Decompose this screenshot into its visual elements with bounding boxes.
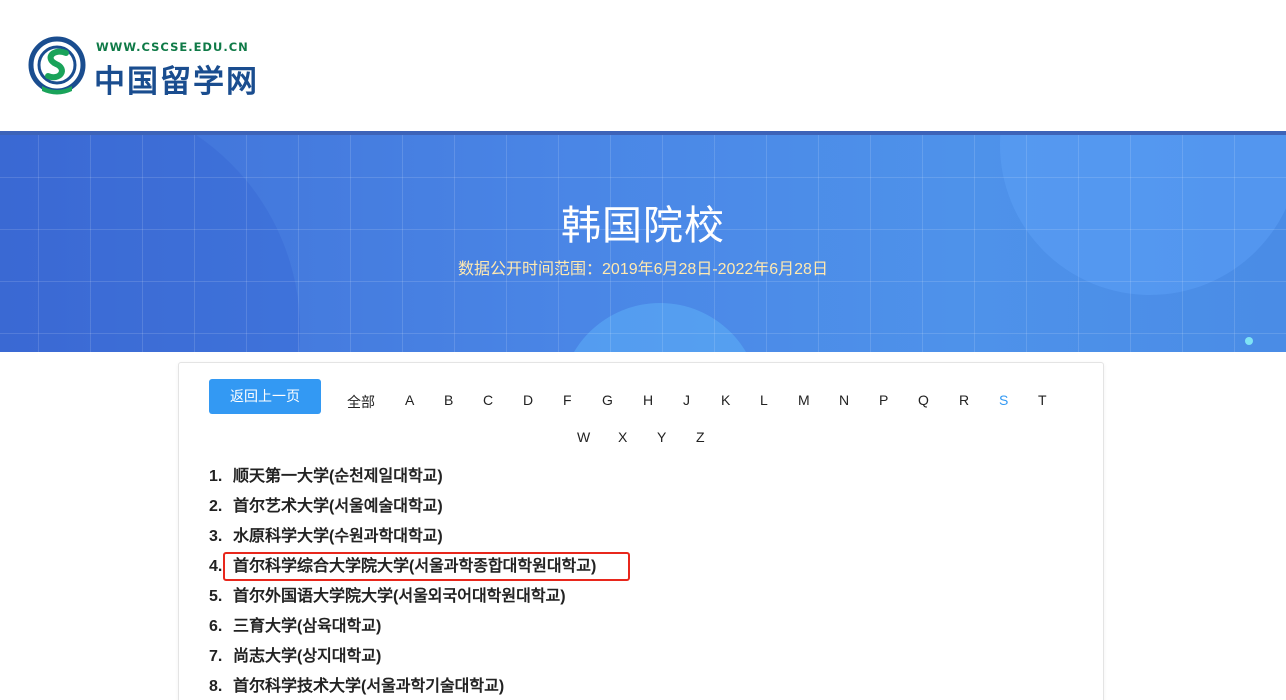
school-item[interactable]: 6. 三育大学(삼육대학교): [209, 613, 1089, 643]
letter-filter-j[interactable]: J: [683, 392, 690, 408]
logo-url-text: WWW.CSCSE.EDU.CN: [96, 40, 249, 54]
school-item[interactable]: 7. 尚志大学(상지대학교): [209, 643, 1089, 673]
letter-filter-w[interactable]: W: [577, 429, 590, 445]
school-name-cn: 首尔科学综合大学院大学: [233, 558, 410, 575]
page-title: 韩国院校: [561, 204, 725, 248]
school-item-highlighted[interactable]: 4. 首尔科学综合大学院大学(서울과학종합대학원대학교): [209, 552, 1089, 583]
school-index: 4.: [209, 558, 223, 575]
letter-filter-g[interactable]: G: [602, 392, 613, 408]
letter-filter-m[interactable]: M: [798, 392, 810, 408]
date-range-text: 数据公开时间范围：2019年6月28日-2022年6月28日: [458, 261, 828, 278]
letter-filter-h[interactable]: H: [643, 392, 653, 408]
school-name-cn: 三育大学: [233, 618, 298, 635]
school-list-card: 返回上一页 全部 A B C D F G H J K L M N P Q R S…: [178, 362, 1104, 700]
school-name-cn: 首尔外国语大学院大学: [233, 588, 394, 605]
letter-filter-k[interactable]: K: [721, 392, 730, 408]
school-name-cn: 顺天第一大学: [233, 468, 330, 485]
school-name-cn: 水原科学大学: [233, 528, 330, 545]
school-index: 8.: [209, 678, 223, 695]
school-index: 5.: [209, 588, 223, 605]
letter-filter-s[interactable]: S: [999, 392, 1008, 408]
school-name-kr: (서울외국어대학원대학교): [393, 588, 566, 605]
school-name-kr: (순천제일대학교): [329, 468, 443, 485]
school-name-kr: (상지대학교): [297, 648, 382, 665]
school-name-kr: (삼육대학교): [297, 618, 382, 635]
logo-name: 中国留学网: [94, 64, 259, 100]
school-name-kr: (서울과학종합대학원대학교): [409, 558, 597, 575]
letter-filter-q[interactable]: Q: [918, 392, 929, 408]
school-name-cn: 尚志大学: [233, 648, 298, 665]
letter-filter-z[interactable]: Z: [696, 429, 705, 445]
back-button[interactable]: 返回上一页: [209, 379, 321, 414]
letter-filter-d[interactable]: D: [523, 392, 533, 408]
school-list: 1. 顺天第一大学(순천제일대학교) 2. 首尔艺术大学(서울예술대학교) 3. 水原…: [209, 463, 1089, 700]
school-item[interactable]: 3. 水原科学大学(수원과학대학교): [209, 523, 1089, 553]
school-index: 6.: [209, 618, 223, 635]
school-index: 7.: [209, 648, 223, 665]
banner-decor-dot: [1245, 337, 1253, 345]
school-item[interactable]: 5. 首尔外国语大学院大学(서울외국어대학원대학교): [209, 583, 1089, 613]
letter-filter-b[interactable]: B: [444, 392, 453, 408]
letter-filter-t[interactable]: T: [1038, 392, 1047, 408]
school-index: 2.: [209, 498, 223, 515]
school-item[interactable]: 1. 顺天第一大学(순천제일대학교): [209, 463, 1089, 493]
letter-filter-l[interactable]: L: [760, 392, 768, 408]
site-logo[interactable]: WWW.CSCSE.EDU.CN 中国留学网: [28, 36, 258, 100]
letter-filter-p[interactable]: P: [879, 392, 888, 408]
school-name-kr: (수원과학대학교): [329, 528, 443, 545]
school-name-cn: 首尔科学技术大学: [233, 678, 362, 695]
school-name-kr: (서울과학기술대학교): [361, 678, 505, 695]
letter-filter-r[interactable]: R: [959, 392, 969, 408]
letter-filter-x[interactable]: X: [618, 429, 627, 445]
school-item[interactable]: 2. 首尔艺术大学(서울예술대학교): [209, 493, 1089, 523]
hero-banner: 韩国院校 数据公开时间范围：2019年6月28日-2022年6月28日: [0, 135, 1286, 352]
school-index: 3.: [209, 528, 223, 545]
school-index: 1.: [209, 468, 223, 485]
letter-filter-n[interactable]: N: [839, 392, 849, 408]
site-header: WWW.CSCSE.EDU.CN 中国留学网: [0, 0, 1286, 131]
school-name-cn: 首尔艺术大学: [233, 498, 330, 515]
letter-filter-all[interactable]: 全部: [347, 392, 375, 412]
letter-filter-c[interactable]: C: [483, 392, 493, 408]
school-item[interactable]: 8. 首尔科学技术大学(서울과학기술대학교): [209, 673, 1089, 700]
letter-filter-f[interactable]: F: [563, 392, 572, 408]
letter-filter-y[interactable]: Y: [657, 429, 666, 445]
letter-filter-a[interactable]: A: [405, 392, 414, 408]
school-name-kr: (서울예술대학교): [329, 498, 443, 515]
cscse-emblem-icon: [28, 36, 86, 95]
